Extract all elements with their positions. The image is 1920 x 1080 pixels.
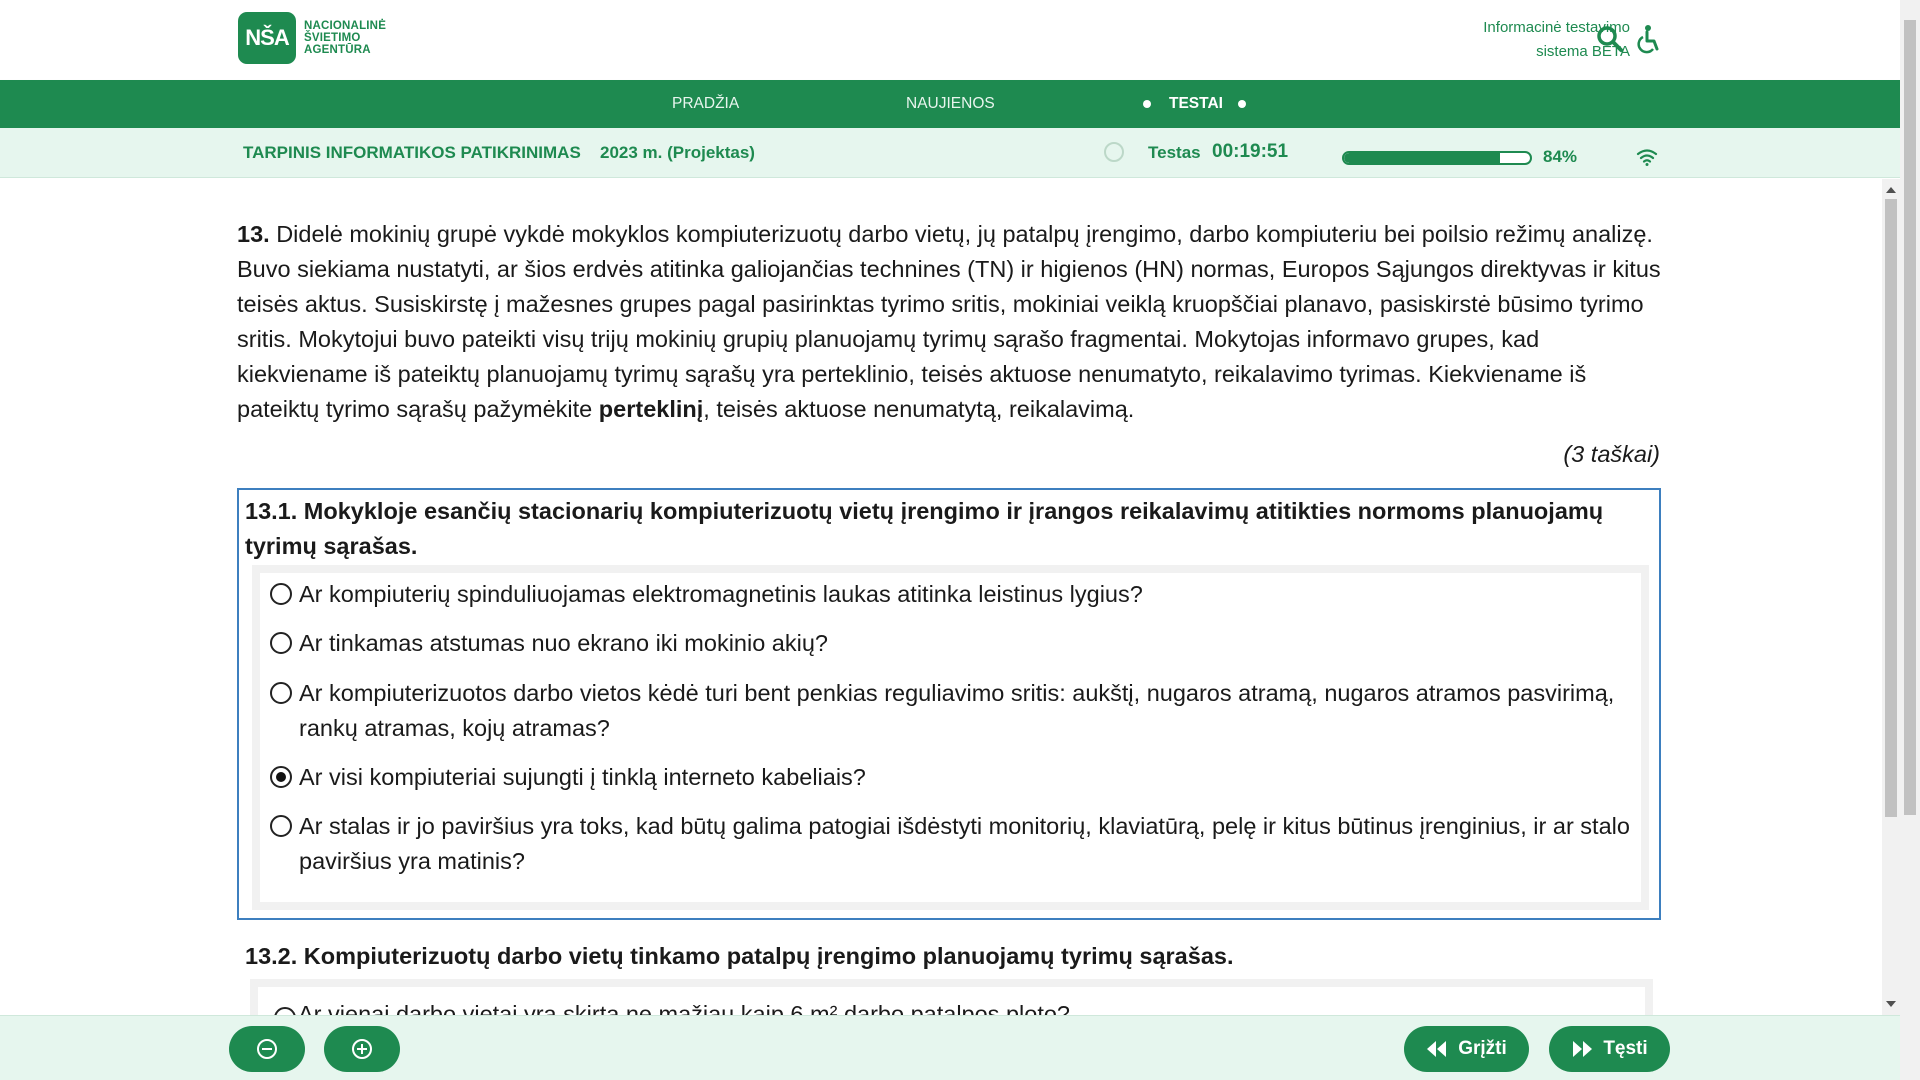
page-scrollbar[interactable] — [1900, 0, 1920, 1080]
clock-icon — [1104, 142, 1124, 162]
logo-mark: NŠA — [238, 12, 296, 64]
back-label: Grįžti — [1458, 1038, 1507, 1059]
logo-text: NACIONALINĖ ŠVIETIMO AGENTŪRA — [304, 20, 386, 56]
footer-bar: Grįžti Tęsti — [0, 1015, 1900, 1080]
zoom-in-button[interactable] — [324, 1026, 400, 1072]
test-info-bar: TARPINIS INFORMATIKOS PATIKRINIMAS 2023 … — [0, 128, 1900, 178]
progress-fill — [1344, 153, 1501, 163]
scroll-up-arrow[interactable] — [1886, 187, 1896, 193]
option-2[interactable]: Ar tinkamas atstumas nuo ekrano iki moki… — [270, 626, 1630, 661]
test-title: TARPINIS INFORMATIKOS PATIKRINIMAS — [243, 143, 581, 162]
scroll-down-arrow[interactable] — [1886, 1001, 1896, 1007]
progress-bar — [1342, 151, 1532, 165]
nav-item-testai[interactable]: TESTAI — [1169, 80, 1223, 128]
radio-button[interactable] — [270, 583, 292, 605]
option-label: Ar kompiuterizuotos darbo vietos kėdė tu… — [299, 680, 1615, 741]
content-scrollbar[interactable] — [1882, 179, 1900, 1015]
question-intro: 13. Didelė mokinių grupė vykdė mokyklos … — [237, 217, 1662, 427]
question-bold-word: perteklinį — [598, 396, 704, 422]
nav-active-dot-left — [1143, 100, 1151, 108]
question-content[interactable]: 13. Didelė mokinių grupė vykdė mokyklos … — [0, 179, 1882, 1015]
option-5[interactable]: Ar stalas ir jo paviršius yra toks, kad … — [270, 809, 1630, 879]
wifi-icon — [1636, 149, 1658, 166]
option-label: Ar visi kompiuteriai sujungti į tinklą i… — [299, 764, 866, 790]
timer-value: 00:19:51 — [1212, 141, 1289, 162]
logo-line: AGENTŪRA — [304, 44, 371, 56]
radio-button[interactable] — [270, 815, 292, 837]
radio-button[interactable] — [270, 632, 292, 654]
rewind-icon — [1427, 1041, 1447, 1057]
next-button[interactable]: Tęsti — [1549, 1026, 1670, 1072]
main-nav: PRADŽIA NAUJIENOS TESTAI — [0, 80, 1900, 128]
radio-button[interactable] — [270, 682, 292, 704]
option-label: Ar stalas ir jo paviršius yra toks, kad … — [299, 813, 1630, 874]
progress-percent: 84% — [1543, 147, 1578, 166]
nav-active-dot-right — [1238, 100, 1246, 108]
nav-item-pradzia[interactable]: PRADŽIA — [672, 80, 739, 128]
next-label: Tęsti — [1603, 1038, 1648, 1059]
logo-line: NACIONALINĖ — [304, 20, 387, 32]
nsa-logo[interactable]: NŠA NACIONALINĖ ŠVIETIMO AGENTŪRA — [238, 12, 386, 64]
option-label: Ar kompiuterių spinduliuojamas elektroma… — [299, 581, 1143, 607]
subquestion-13-2-title: 13.2. Kompiuterizuotų darbo vietų tinkam… — [245, 943, 1234, 969]
option-label[interactable]: Ar vienai darbo vietai yra skirta ne maž… — [298, 1001, 1070, 1015]
option-1[interactable]: Ar kompiuterių spinduliuojamas elektroma… — [270, 577, 1630, 612]
search-icon[interactable] — [1595, 24, 1625, 54]
zoom-in-icon — [352, 1039, 372, 1059]
site-header: NŠA NACIONALINĖ ŠVIETIMO AGENTŪRA Inform… — [0, 0, 1900, 80]
radio-button-selected[interactable] — [270, 766, 292, 788]
scroll-thumb[interactable] — [1885, 199, 1897, 817]
radio-button[interactable] — [274, 1007, 296, 1015]
timer-label: Testas — [1148, 143, 1201, 162]
accessibility-icon[interactable] — [1633, 24, 1663, 54]
option-label: Ar tinkamas atstumas nuo ekrano iki moki… — [299, 630, 828, 656]
page-scroll-thumb[interactable] — [1904, 20, 1916, 815]
zoom-out-icon — [257, 1039, 277, 1059]
option-4[interactable]: Ar visi kompiuteriai sujungti į tinklą i… — [270, 760, 1630, 795]
question-text: Didelė mokinių grupė vykdė mokyklos komp… — [237, 221, 1661, 422]
question-number: 13. — [237, 221, 270, 247]
question-text-end: , teisės aktuose nenumatytą, reikalavimą… — [703, 396, 1135, 422]
nav-item-naujienos[interactable]: NAUJIENOS — [906, 80, 995, 128]
fast-forward-icon — [1573, 1041, 1593, 1057]
subquestion-title: 13.1. Mokykloje esančių stacionarių komp… — [245, 498, 1604, 559]
back-button[interactable]: Grįžti — [1404, 1026, 1529, 1072]
logo-line: ŠVIETIMO — [304, 32, 361, 44]
question-points: (3 taškai) — [1563, 441, 1660, 467]
options-list: Ar kompiuterių spinduliuojamas elektroma… — [252, 565, 1649, 910]
test-year: 2023 m. (Projektas) — [600, 143, 755, 162]
option-3[interactable]: Ar kompiuterizuotos darbo vietos kėdė tu… — [270, 676, 1630, 746]
zoom-out-button[interactable] — [229, 1026, 305, 1072]
subquestion-13-1: 13.1. Mokykloje esančių stacionarių komp… — [237, 488, 1661, 920]
options-list-13-2: Ar vienai darbo vietai yra skirta ne maž… — [250, 979, 1653, 1015]
